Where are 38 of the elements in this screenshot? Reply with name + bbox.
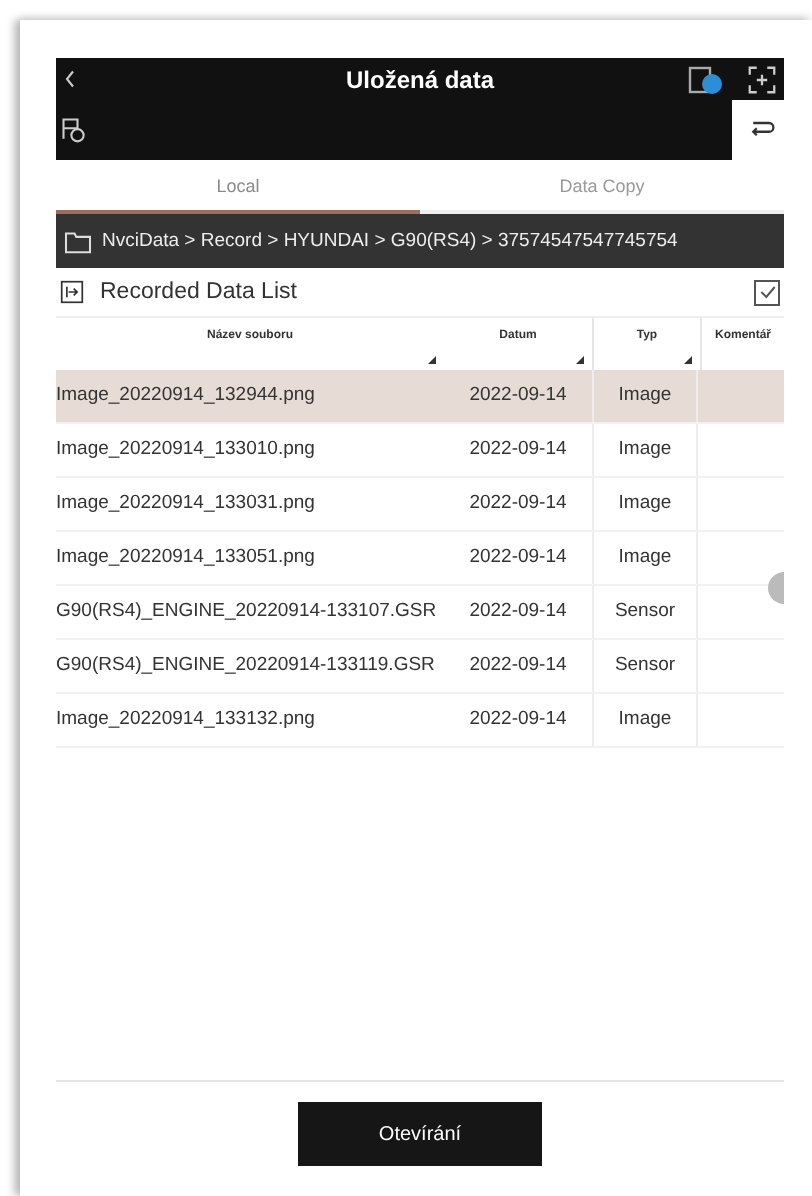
table-cell: Image xyxy=(592,478,698,530)
open-button[interactable]: Otevírání xyxy=(298,1102,542,1166)
list-title: Recorded Data List xyxy=(100,280,297,304)
scroll-handle[interactable] xyxy=(768,572,784,604)
table-row[interactable]: Image_20220914_133051.png 2022-09-14 Image xyxy=(56,532,784,586)
table-cell-text: 2022-09-14 xyxy=(467,544,569,572)
checkbox[interactable] xyxy=(754,279,780,305)
table-cell: Image xyxy=(592,694,698,746)
back-icon[interactable] xyxy=(64,70,76,88)
table-cell: Image xyxy=(592,532,698,584)
table-row[interactable]: Image_20220914_132944.png 2022-09-14 Image xyxy=(56,370,784,424)
table-cell-text: Image_20220914_132944.png xyxy=(56,382,317,410)
folder-icon xyxy=(64,229,92,253)
table-cell-text: Image_20220914_133051.png xyxy=(56,544,317,572)
table-row[interactable]: Image_20220914_133132.png 2022-09-14 Image xyxy=(56,694,784,748)
table-row[interactable]: G90(RS4)_ENGINE_20220914-133119.GSR 2022-09-14 Sensor xyxy=(56,640,784,694)
table-cell-text: 2022-09-14 xyxy=(467,706,569,734)
table-cell-text: Image_20220914_133132.png xyxy=(56,706,317,734)
device-icon[interactable] xyxy=(688,63,724,95)
table-cell-text: Image_20220914_133031.png xyxy=(56,490,317,518)
breadcrumb-path: NvciData > Record > HYUNDAI > G90(RS4) > 37574547547745754 xyxy=(102,230,678,252)
table-cell-text: G90(RS4)_ENGINE_20220914-133119.GSR xyxy=(56,652,437,680)
table-row[interactable]: Image_20220914_133031.png 2022-09-14 Image xyxy=(56,478,784,532)
table-cell: Sensor xyxy=(592,640,698,692)
table-cell-text: 2022-09-14 xyxy=(467,598,569,626)
table-cell-text: 2022-09-14 xyxy=(467,382,569,410)
list-icon xyxy=(60,280,84,304)
table-cell-text: 2022-09-14 xyxy=(467,652,569,680)
table-row[interactable]: Image_20220914_133010.png 2022-09-14 Image xyxy=(56,424,784,478)
table-cell-text: 2022-09-14 xyxy=(467,436,569,464)
expand-icon[interactable] xyxy=(748,65,776,93)
table-cell-text: G90(RS4)_ENGINE_20220914-133107.GSR xyxy=(56,598,439,626)
table-cell: Image xyxy=(592,424,698,476)
window-title: Uložená data xyxy=(345,65,494,93)
table-cell: Image xyxy=(592,370,698,422)
table-cell: Sensor xyxy=(592,586,698,638)
table-cell-text: Image_20220914_133010.png xyxy=(56,436,317,464)
table-cell-text: 2022-09-14 xyxy=(467,490,569,518)
